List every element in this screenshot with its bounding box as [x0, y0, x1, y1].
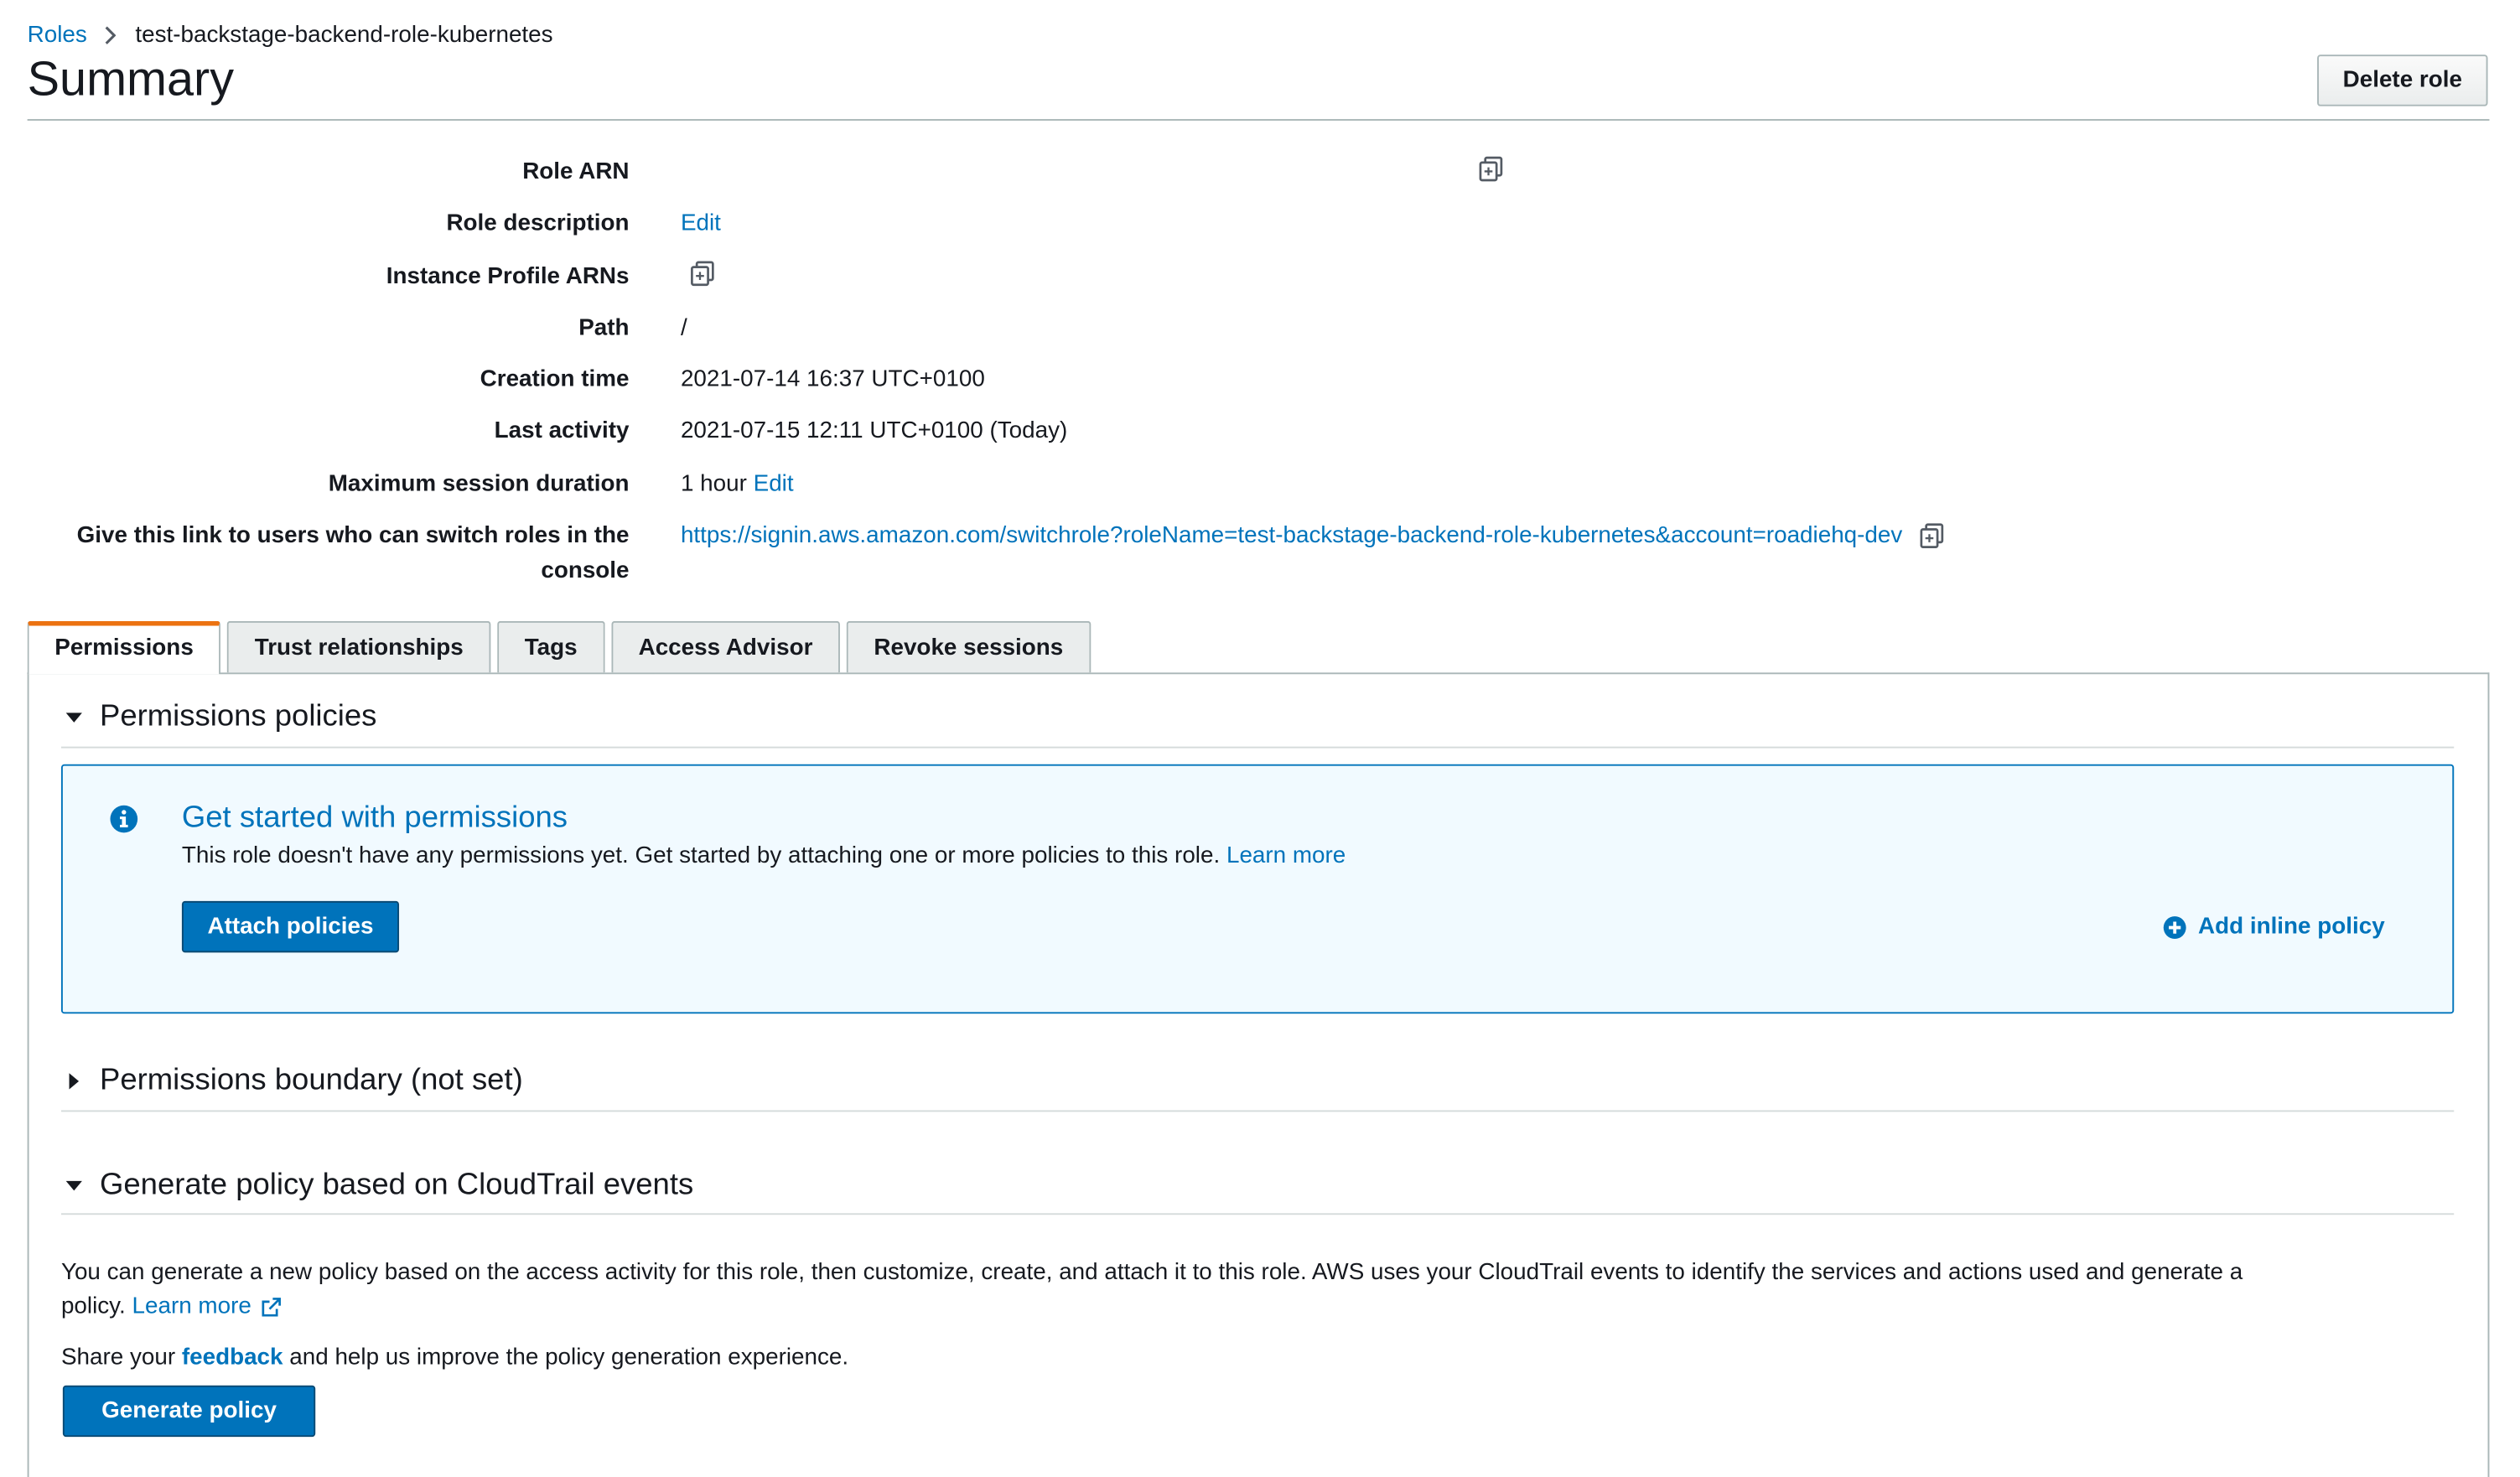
creation-time-label: Creation time [480, 366, 630, 393]
feedback-text: Share your feedback and help us improve … [61, 1342, 2314, 1376]
info-description: This role doesn't have any permissions y… [181, 842, 1221, 869]
switch-role-link[interactable]: https://signin.aws.amazon.com/switchrole… [681, 518, 1902, 553]
generate-description: You can generate a new policy based on t… [61, 1257, 2314, 1324]
tab-bar: Permissions Trust relationships Tags Acc… [27, 620, 1097, 675]
add-inline-policy-link[interactable]: Add inline policy [2163, 914, 2385, 940]
tab-trust-relationships[interactable]: Trust relationships [227, 620, 491, 673]
divider [27, 119, 2490, 121]
feedback-link[interactable]: feedback [182, 1345, 283, 1371]
breadcrumb-roles-link[interactable]: Roles [28, 23, 87, 49]
info-text: This role doesn't have any permissions y… [182, 843, 1346, 869]
last-activity-label: Last activity [494, 418, 630, 444]
copy-icon[interactable] [1477, 154, 1506, 184]
max-session-value: 1 hour [680, 471, 747, 498]
breadcrumb: Roles test-backstage-backend-role-kubern… [28, 23, 553, 49]
tab-permissions[interactable]: Permissions [27, 620, 221, 675]
learn-more-link[interactable]: Learn more [1226, 843, 1346, 869]
divider [60, 1110, 2455, 1112]
generate-description-line1: You can generate a new policy based on t… [60, 1259, 2243, 1286]
chevron-right-icon [103, 26, 117, 45]
copy-icon[interactable] [689, 259, 718, 288]
permissions-boundary-header[interactable]: Permissions boundary (not set) [61, 1064, 2454, 1099]
share-prefix: Share your [60, 1345, 176, 1371]
generate-policy-heading: Generate policy based on CloudTrail even… [100, 1168, 694, 1202]
attach-policies-button[interactable]: Attach policies [181, 900, 400, 953]
last-activity-value: 2021-07-15 12:11 UTC+0100 (Today) [680, 418, 1068, 444]
page-title: Summary [27, 53, 235, 106]
permissions-policies-heading: Permissions policies [100, 699, 377, 734]
caret-down-icon [61, 711, 87, 723]
role-description-label: Role description [446, 210, 630, 237]
delete-role-button[interactable]: Delete role [2317, 54, 2488, 106]
generate-description-line2: policy. [60, 1293, 126, 1319]
plus-circle-icon [2163, 915, 2186, 939]
tab-tags[interactable]: Tags [497, 620, 605, 673]
generate-policy-header[interactable]: Generate policy based on CloudTrail even… [61, 1169, 2454, 1204]
info-icon [110, 805, 138, 833]
info-title: Get started with permissions [181, 801, 568, 836]
generate-learn-more-link[interactable]: Learn more [132, 1290, 251, 1324]
tab-revoke-sessions[interactable]: Revoke sessions [846, 620, 1091, 673]
switch-link-label-line1: Give this link to users who can switch r… [76, 522, 630, 549]
creation-time-value: 2021-07-14 16:37 UTC+0100 [680, 366, 985, 393]
permissions-boundary-heading: Permissions boundary (not set) [100, 1063, 523, 1098]
divider [60, 746, 2455, 749]
edit-description-link[interactable]: Edit [681, 206, 721, 241]
external-link-icon [262, 1298, 282, 1317]
add-inline-policy-label: Add inline policy [2198, 914, 2385, 940]
copy-icon[interactable] [1918, 521, 1947, 551]
path-value: / [680, 315, 687, 341]
caret-down-icon [61, 1179, 87, 1192]
path-label: Path [578, 315, 630, 341]
switch-link-label-line2: console [541, 558, 630, 584]
tab-access-advisor[interactable]: Access Advisor [610, 620, 841, 673]
role-arn-label: Role ARN [522, 159, 630, 185]
caret-right-icon [61, 1071, 87, 1091]
permissions-policies-header[interactable]: Permissions policies [61, 700, 2454, 735]
divider [60, 1213, 2455, 1215]
breadcrumb-current: test-backstage-backend-role-kubernetes [135, 22, 553, 49]
max-session-label: Maximum session duration [328, 471, 630, 498]
get-started-info-box: Get started with permissions This role d… [60, 764, 2455, 1014]
generate-policy-button[interactable]: Generate policy [62, 1385, 316, 1438]
share-suffix: and help us improve the policy generatio… [289, 1345, 849, 1371]
instance-profile-label: Instance Profile ARNs [386, 263, 630, 290]
edit-session-link[interactable]: Edit [754, 467, 794, 502]
